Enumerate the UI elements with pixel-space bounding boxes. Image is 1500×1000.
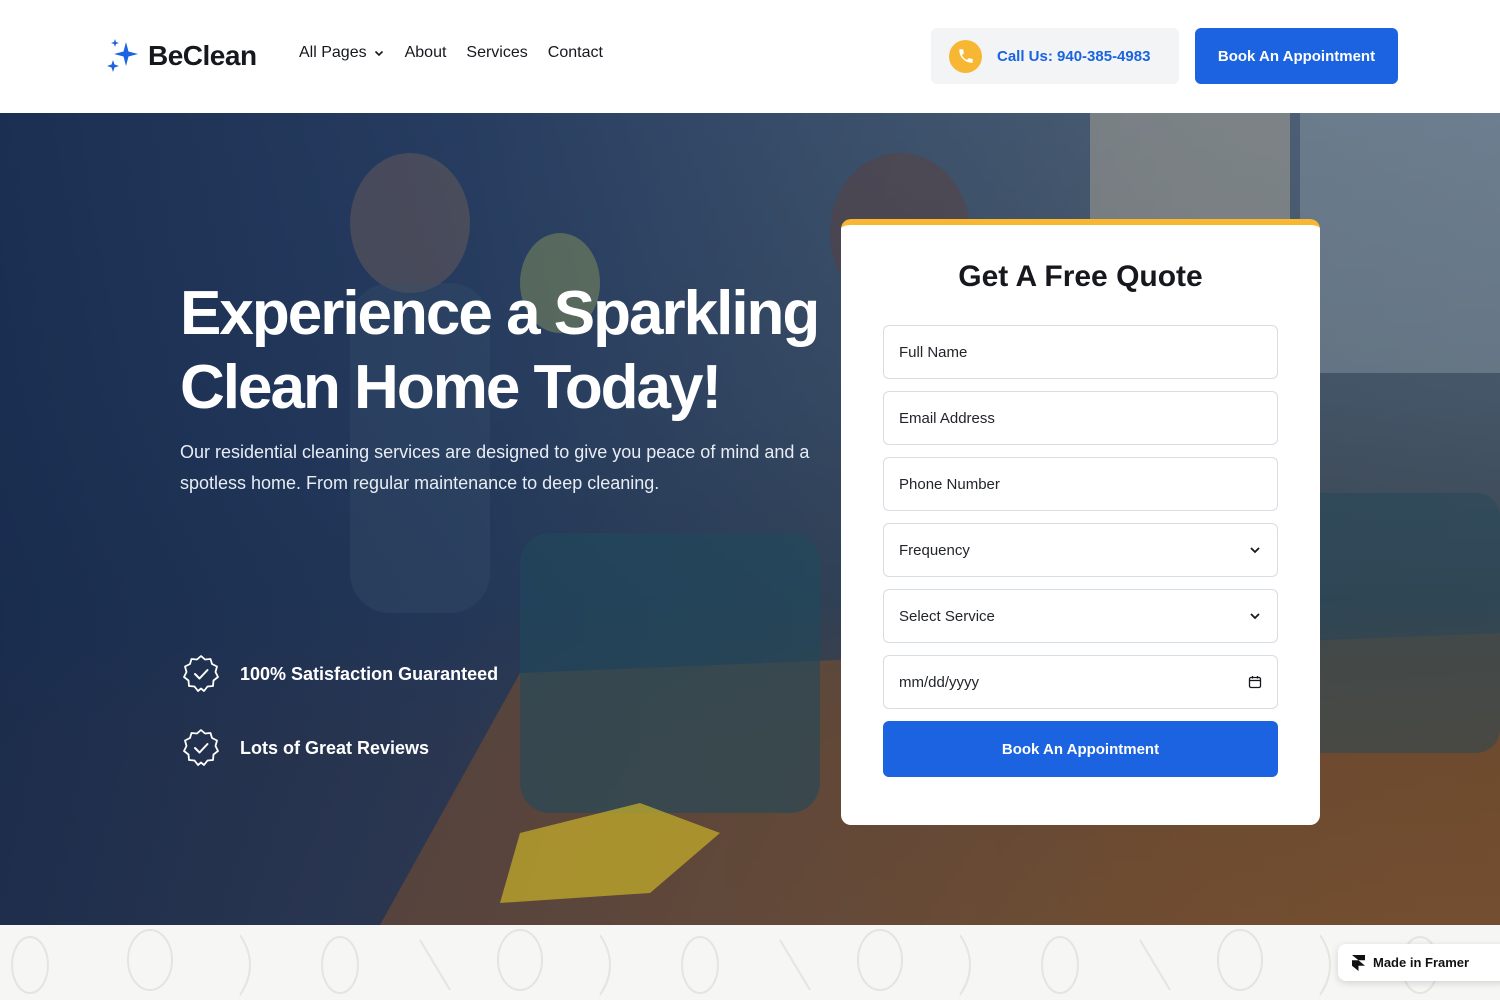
main-nav: All Pages About Services Contact bbox=[299, 44, 603, 62]
phone-placeholder: Phone Number bbox=[899, 475, 1000, 493]
nav-all-pages[interactable]: All Pages bbox=[299, 44, 385, 62]
nav-contact[interactable]: Contact bbox=[548, 44, 603, 62]
check-badge-icon bbox=[183, 729, 219, 766]
quote-submit-button[interactable]: Book An Appointment bbox=[883, 721, 1278, 777]
feature-label: Lots of Great Reviews bbox=[240, 737, 430, 758]
cleaning-tools-pattern-icon bbox=[11, 929, 1439, 996]
service-select[interactable]: Select Service bbox=[883, 589, 1278, 643]
frequency-select[interactable]: Frequency bbox=[883, 523, 1278, 577]
chevron-down-icon bbox=[1250, 613, 1260, 620]
quote-form-card: Get A Free Quote Full Name Email Address… bbox=[841, 219, 1320, 825]
nav-about[interactable]: About bbox=[405, 44, 447, 62]
service-value: Select Service bbox=[899, 607, 995, 625]
site-header: BeClean All Pages About Services Contact… bbox=[0, 0, 1500, 113]
nav-services[interactable]: Services bbox=[466, 44, 527, 62]
phone-field[interactable]: Phone Number bbox=[883, 457, 1278, 511]
date-field[interactable]: mm/dd/yyyy bbox=[883, 655, 1278, 709]
decorative-pattern-strip bbox=[0, 925, 1500, 1000]
hero-title: Experience a Sparkling Clean Home Today! bbox=[180, 279, 820, 422]
logo-text: BeClean bbox=[148, 40, 257, 71]
call-us-box[interactable]: Call Us: 940-385-4983 bbox=[931, 28, 1179, 84]
hero-subtitle: Our residential cleaning services are de… bbox=[180, 442, 810, 493]
chevron-down-icon bbox=[374, 50, 383, 57]
phone-icon bbox=[949, 39, 982, 73]
check-badge-icon bbox=[183, 655, 219, 692]
full-name-placeholder: Full Name bbox=[899, 343, 968, 361]
made-in-framer-badge[interactable]: Made in Framer bbox=[1338, 944, 1500, 981]
nav-all-pages-label: All Pages bbox=[299, 44, 367, 61]
calendar-icon[interactable] bbox=[1248, 675, 1262, 689]
feature-reviews: Lots of Great Reviews bbox=[180, 727, 429, 769]
call-us-text: Call Us: 940-385-4983 bbox=[997, 47, 1151, 65]
made-in-framer-label: Made in Framer bbox=[1373, 955, 1470, 970]
date-placeholder: mm/dd/yyyy bbox=[899, 673, 980, 691]
chevron-down-icon bbox=[1250, 547, 1260, 554]
feature-satisfaction: 100% Satisfaction Guaranteed bbox=[180, 653, 498, 695]
full-name-field[interactable]: Full Name bbox=[883, 325, 1278, 379]
logo[interactable]: BeClean bbox=[104, 36, 257, 76]
feature-label: 100% Satisfaction Guaranteed bbox=[240, 663, 499, 684]
email-placeholder: Email Address bbox=[899, 409, 995, 427]
sparkle-logo-icon bbox=[107, 39, 138, 72]
email-field[interactable]: Email Address bbox=[883, 391, 1278, 445]
framer-logo-icon bbox=[1352, 954, 1365, 971]
book-appointment-button[interactable]: Book An Appointment bbox=[1195, 28, 1398, 84]
frequency-value: Frequency bbox=[899, 541, 970, 559]
quote-form-title: Get A Free Quote bbox=[958, 260, 1203, 293]
